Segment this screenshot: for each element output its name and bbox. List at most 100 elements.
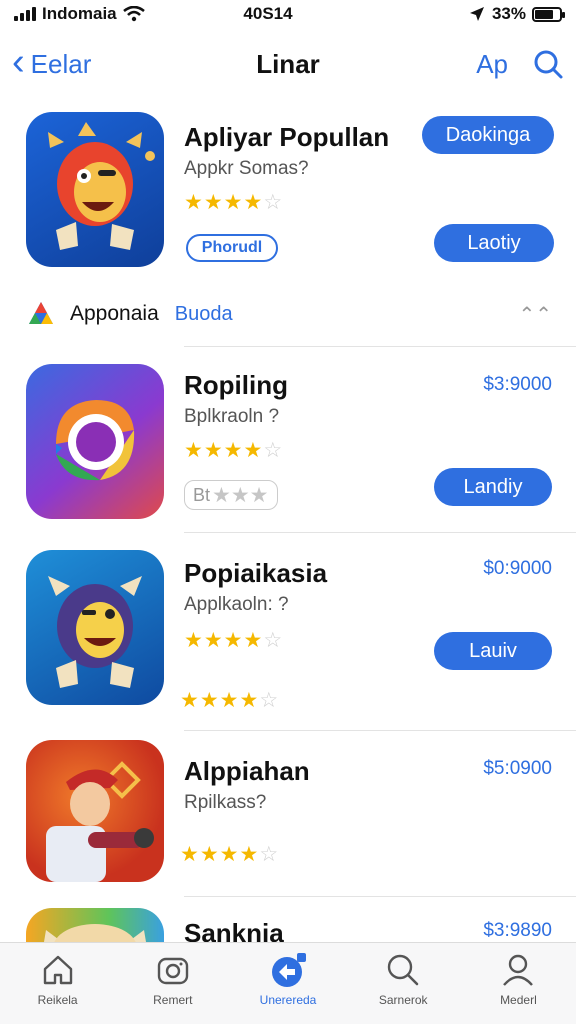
character-icon xyxy=(46,761,154,882)
star-empty-icon: ☆ xyxy=(263,191,284,214)
app-rating: ★★★★☆ xyxy=(184,628,283,653)
star-filled-icon: ★ xyxy=(180,843,200,866)
star-filled-icon: ★ xyxy=(184,629,204,652)
nav-bar: ‹ Eelar Linar Aр xyxy=(0,36,576,92)
featured-app-row[interactable]: Apliyar Popullan Appkr Somas? ★★★★☆ Phor… xyxy=(0,110,576,280)
chip-rating: ★★★ xyxy=(212,483,269,507)
tab-profile[interactable]: Mederl xyxy=(461,943,576,1024)
nav-right-button[interactable]: Aр xyxy=(476,49,508,80)
featured-app-icon[interactable] xyxy=(26,112,164,267)
monster-mascot-icon xyxy=(48,576,142,688)
app-name: Alppiahan xyxy=(184,756,310,786)
tab-home[interactable]: Reikela xyxy=(0,943,115,1024)
profile-icon xyxy=(503,954,534,986)
battery-icon xyxy=(532,6,565,22)
star-filled-icon: ★ xyxy=(219,843,240,866)
app-icon-sanknia[interactable] xyxy=(26,908,164,942)
divider xyxy=(184,346,576,347)
nav-actions: Aр xyxy=(384,48,564,80)
app-subtitle: Bplkraoln ? xyxy=(184,406,280,427)
star-filled-icon: ★ xyxy=(203,629,224,652)
app-price: $3:9890 xyxy=(483,920,552,941)
app-store-icon xyxy=(272,953,306,987)
star-filled-icon: ★ xyxy=(203,439,224,462)
divider xyxy=(184,896,576,897)
tab-label: Unerereda xyxy=(259,993,317,1007)
section-link[interactable]: Buoda xyxy=(175,303,233,326)
tab-label: Reikela xyxy=(37,993,78,1007)
camera-icon xyxy=(157,957,188,985)
star-filled-icon: ★ xyxy=(184,191,204,214)
app-icon-alppiahan[interactable] xyxy=(26,740,164,882)
app-chip[interactable]: Bt ★★★ xyxy=(184,480,278,510)
list-item[interactable]: Alppiahan Rpilkass? ★★★★☆ $5:0900 xyxy=(0,738,576,886)
triangle-logo-icon xyxy=(29,302,53,324)
app-rating-secondary: ★★★★☆ xyxy=(180,688,279,713)
chip-label: Bt xyxy=(193,484,211,505)
star-empty-icon: ☆ xyxy=(259,689,280,712)
tab-camera[interactable]: Remert xyxy=(115,943,230,1024)
star-filled-icon: ★ xyxy=(203,191,224,214)
chat-bubble-icon xyxy=(56,400,135,481)
app-subtitle: Rpilkass? xyxy=(184,792,267,813)
animal-mascot-icon xyxy=(44,924,146,942)
battery-percent: 33% xyxy=(491,4,526,23)
tab-bar: Reikela Remert Unerereda Sarnerok Mederl xyxy=(0,942,576,1024)
app-icon-ropiling[interactable] xyxy=(26,364,164,519)
app-icon-popiaikasia[interactable] xyxy=(26,550,164,705)
search-icon xyxy=(388,954,419,986)
back-button[interactable]: ‹ Eelar xyxy=(12,43,212,81)
featured-app-name: Apliyar Popullan xyxy=(184,122,390,152)
divider xyxy=(184,532,576,533)
star-filled-icon: ★ xyxy=(239,689,260,712)
app-price: $5:0900 xyxy=(483,758,552,779)
featured-rating: ★★★★☆ xyxy=(184,190,283,215)
star-empty-icon: ☆ xyxy=(263,629,284,652)
tab-app-store[interactable]: Unerereda xyxy=(230,943,345,1024)
status-right: 33% xyxy=(382,4,565,24)
star-filled-icon: ★ xyxy=(243,439,264,462)
location-icon xyxy=(469,7,484,21)
double-chevron-icon[interactable]: ⌃⌃ xyxy=(518,302,552,327)
list-item[interactable]: Ropiling Bplkraoln ? ★★★★☆ $3:9000 Bt ★★… xyxy=(0,362,576,522)
app-name: Ropiling xyxy=(184,370,288,400)
wifi-icon xyxy=(122,6,145,22)
star-filled-icon: ★ xyxy=(223,191,244,214)
star-empty-icon: ☆ xyxy=(263,439,284,462)
featured-app-subtitle: Appkr Somas? xyxy=(184,158,309,179)
tab-label: Remert xyxy=(153,993,193,1007)
app-subtitle: Applkaoln: ? xyxy=(184,594,289,615)
search-icon[interactable] xyxy=(532,48,564,80)
app-name: Sanknia xyxy=(184,918,284,942)
battery-fill xyxy=(535,9,553,19)
featured-badge-button[interactable]: Phorudl xyxy=(186,234,278,262)
star-filled-icon: ★ xyxy=(223,439,244,462)
get-button[interactable]: Lauiv xyxy=(434,632,552,670)
signal-icon xyxy=(14,7,36,21)
tab-search[interactable]: Sarnerok xyxy=(346,943,461,1024)
app-name: Popiaikasia xyxy=(184,558,328,588)
list-item[interactable]: Sanknia $3:9890 xyxy=(0,908,576,942)
featured-get-button[interactable]: Laotiy xyxy=(434,224,554,262)
section-header: Apponaia Buoda ⌃⌃ xyxy=(0,294,576,334)
page-title: Linar xyxy=(256,48,320,79)
star-filled-icon: ★ xyxy=(239,843,260,866)
get-button[interactable]: Landiy xyxy=(434,468,552,506)
chevron-left-icon: ‹ xyxy=(12,41,25,83)
status-bar: Indomaia 40S14 33% xyxy=(0,0,576,28)
carrier-name: Indomaia xyxy=(42,4,117,23)
star-filled-icon: ★ xyxy=(243,629,264,652)
featured-top-button[interactable]: Daokinga xyxy=(422,116,554,154)
status-left: Indomaia xyxy=(14,4,214,24)
star-filled-icon: ★ xyxy=(243,191,264,214)
tab-label: Sarnerok xyxy=(378,993,428,1007)
star-empty-icon: ☆ xyxy=(259,843,280,866)
star-filled-icon: ★ xyxy=(199,689,220,712)
list-item[interactable]: Popiaikasia Applkaoln: ? ★★★★☆ ★★★★☆ $0:… xyxy=(0,548,576,718)
back-label: Eelar xyxy=(30,48,92,79)
status-time: 40S14 xyxy=(243,4,293,23)
section-title: Apponaia xyxy=(70,302,159,325)
home-icon xyxy=(43,955,72,985)
app-rating: ★★★★☆ xyxy=(184,438,283,463)
star-filled-icon: ★ xyxy=(180,689,200,712)
